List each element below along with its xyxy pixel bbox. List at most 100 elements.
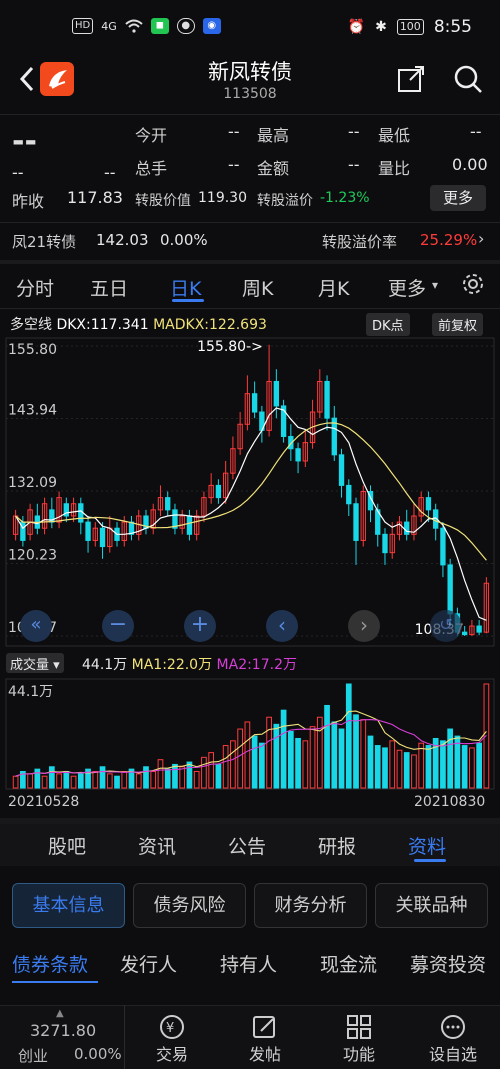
segment-basic-info[interactable]: 基本信息 <box>12 883 125 928</box>
tab-more[interactable]: 更多 <box>388 274 426 301</box>
volume-bar <box>56 773 62 789</box>
candle-body <box>338 454 345 486</box>
chat-icon: ● <box>176 18 195 34</box>
prev-close-value: 117.83 <box>67 188 123 207</box>
candle-body <box>404 521 410 535</box>
nav-post-label: 发帖 <box>248 1045 281 1064</box>
app-notify-icon: ◉ <box>202 18 221 34</box>
battery-icon: 100 <box>396 19 424 35</box>
more-button[interactable]: 更多 <box>430 185 486 211</box>
conversion-premium-rate: 25.29% <box>420 231 478 249</box>
subtab-cashflow[interactable]: 现金流 <box>320 950 377 977</box>
volume-bar <box>382 747 388 789</box>
volume-bar <box>367 735 374 789</box>
y-tick-label: 120.23 <box>8 547 57 563</box>
conversion-premium-rate-label[interactable]: 转股溢价率 <box>322 231 397 252</box>
volume-bar <box>251 735 258 789</box>
candlestick-chart[interactable]: 155.80143.94132.09120.23108.37155.80->10… <box>0 336 500 648</box>
prev-close-label: 昨收 <box>12 192 45 211</box>
back-arrow-icon[interactable] <box>14 64 42 94</box>
segment-debt-risk[interactable]: 债务风险 <box>133 883 246 928</box>
dkx-value: DKX:117.341 <box>56 317 149 333</box>
status-icons-left: HD 4G ◼ ● ◉ <box>72 18 221 34</box>
share-icon[interactable] <box>396 64 426 94</box>
nav-functions[interactable]: 功能 <box>324 1005 394 1069</box>
chevron-right-icon: › <box>478 229 485 248</box>
settings-gear-icon[interactable] <box>460 271 486 297</box>
candle-body <box>346 484 352 505</box>
tab-daily-k[interactable]: 日K <box>170 274 201 301</box>
volume-bar <box>92 770 99 789</box>
tab-announcements[interactable]: 公告 <box>228 832 266 859</box>
candle-body <box>353 503 359 541</box>
tab-weekly-k[interactable]: 周K <box>242 274 273 301</box>
candle-body <box>324 380 330 419</box>
subtab-issuer[interactable]: 发行人 <box>120 950 177 977</box>
tab-profile[interactable]: 资料 <box>408 832 446 859</box>
subtab-holders[interactable]: 持有人 <box>220 950 277 977</box>
tab-news[interactable]: 资讯 <box>138 832 176 859</box>
candle-body <box>186 515 193 535</box>
nav-trade[interactable]: ¥ 交易 <box>137 1005 207 1069</box>
volume-bar <box>27 773 33 789</box>
search-icon[interactable] <box>452 63 484 95</box>
related-bond-price: 142.03 <box>96 231 149 249</box>
volume-label: 总手 <box>135 159 168 178</box>
compose-icon <box>253 1016 275 1038</box>
zoom-in-icon[interactable]: + <box>184 610 216 642</box>
segment-financial-analysis[interactable]: 财务分析 <box>254 883 367 928</box>
dk-point-button[interactable]: DK点 <box>366 313 410 336</box>
volume-indicator-select[interactable]: 成交量 ▾ <box>6 653 64 673</box>
tab-forum[interactable]: 股吧 <box>48 832 86 859</box>
volume-bar <box>259 742 265 789</box>
reset-icon[interactable]: ↺ <box>430 610 462 642</box>
volume-bar <box>222 745 229 789</box>
subtab-bond-terms[interactable]: 债券条款 <box>12 950 88 977</box>
volume-bar <box>447 728 454 789</box>
indicator-legend: 多空线 DKX:117.341 MADKX:122.693 <box>10 314 267 334</box>
volume-bar <box>476 742 482 789</box>
volume-bar <box>309 726 316 789</box>
candle-body <box>273 380 280 407</box>
nav-post[interactable]: 发帖 <box>230 1005 300 1069</box>
divider <box>0 114 500 115</box>
volume-bar <box>106 773 113 789</box>
nav-watchlist[interactable]: 设自选 <box>418 1005 488 1069</box>
subtab-fund-usage[interactable]: 募资投资 <box>410 950 486 977</box>
volume-bar <box>48 766 55 789</box>
candle-body <box>425 497 432 511</box>
volume-ratio-value: 0.00 <box>452 155 488 174</box>
related-bond-name[interactable]: 凤21转债 <box>12 231 76 252</box>
segment-related[interactable]: 关联品种 <box>375 883 488 928</box>
tab-five-day[interactable]: 五日 <box>90 274 128 301</box>
volume-bar <box>208 752 215 789</box>
index-ticker[interactable]: ▲ 3271.80 创业 0.00% <box>0 1005 125 1069</box>
conversion-value-label: 转股价值 <box>135 193 191 209</box>
scroll-left-icon[interactable]: ‹ <box>266 610 298 642</box>
subtab-underline <box>12 981 98 983</box>
adjust-button[interactable]: 前复权 <box>432 313 484 336</box>
volume-bar <box>34 768 41 789</box>
amount-value: -- <box>348 155 360 174</box>
index-pct: 0.00% <box>74 1045 122 1063</box>
zoom-out-icon[interactable]: − <box>102 610 134 642</box>
open-label: 今开 <box>135 126 168 145</box>
tab-intraday[interactable]: 分时 <box>16 274 54 301</box>
scroll-right-icon[interactable]: › <box>348 610 380 642</box>
scroll-left-fast-icon[interactable]: « <box>20 610 52 642</box>
volume-bar <box>338 728 345 789</box>
tab-monthly-k[interactable]: 月K <box>318 274 349 301</box>
date-start: 20210528 <box>8 794 80 810</box>
volume-bar <box>157 759 164 789</box>
volume-chart[interactable]: 44.1万 <box>0 678 500 790</box>
date-end: 20210830 <box>414 794 486 810</box>
volume-bar <box>143 766 149 789</box>
last-price: -- <box>12 124 37 159</box>
max-price-marker: 155.80-> <box>197 339 263 355</box>
low-value: -- <box>470 122 482 141</box>
grid-icon <box>347 1015 371 1039</box>
svg-text:¥: ¥ <box>166 1021 174 1036</box>
volume-bar <box>70 775 77 789</box>
tab-research[interactable]: 研报 <box>318 832 356 859</box>
candle-body <box>165 497 171 511</box>
